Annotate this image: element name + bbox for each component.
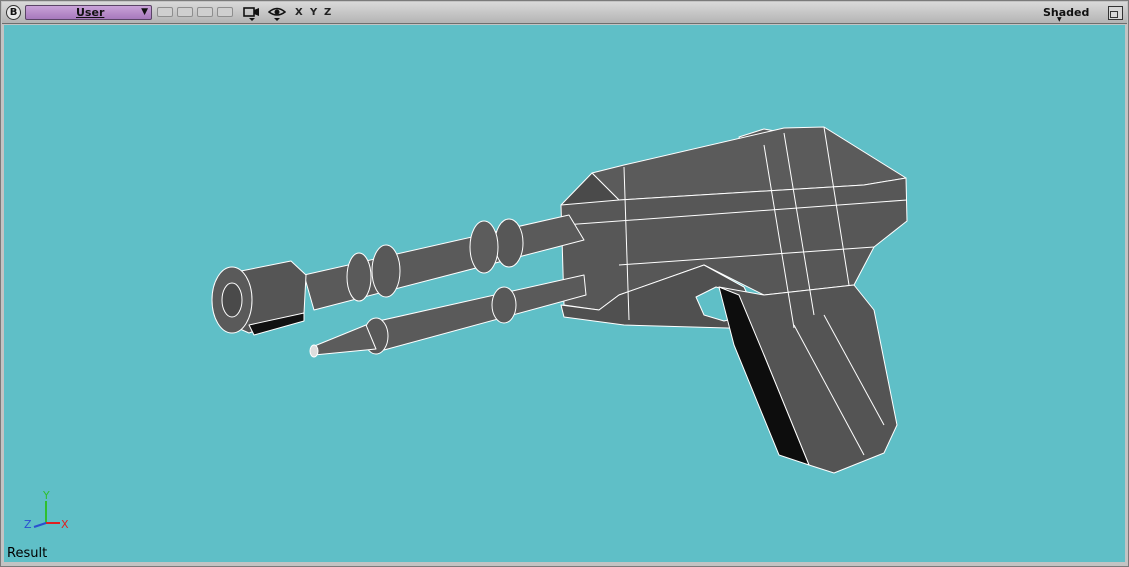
axis-z-label[interactable]: Z (324, 5, 331, 20)
gizmo-z-label: Z (24, 518, 32, 531)
raygun-model: Y X Z (24, 126, 908, 531)
3d-viewport[interactable]: Y X Z Result (4, 25, 1125, 562)
layer-button-1[interactable] (157, 7, 173, 17)
3d-view-header: B User ▼ X Y Z Shaded ▼ (2, 2, 1127, 24)
view-preset-dropdown[interactable]: User ▼ (25, 5, 152, 20)
blender-logo-icon[interactable]: B (6, 5, 21, 20)
view-name-label: Result (7, 546, 48, 561)
maximize-icon[interactable] (1108, 6, 1123, 20)
shading-mode-dropdown[interactable]: Shaded (1043, 5, 1089, 20)
axis-y-label[interactable]: Y (310, 5, 317, 20)
gizmo-x-label: X (61, 518, 69, 531)
layer-button-4[interactable] (217, 7, 233, 17)
chevron-down-icon: ▼ (1057, 16, 1062, 23)
3d-view-window: B User ▼ X Y Z Shaded ▼ Y X Z Result (0, 0, 1129, 567)
gizmo-y-label: Y (42, 489, 50, 502)
layer-button-2[interactable] (177, 7, 193, 17)
view-preset-label: User (76, 6, 105, 19)
axis-x-label[interactable]: X (295, 5, 303, 20)
eye-icon[interactable] (268, 5, 286, 21)
chevron-down-icon: ▼ (141, 7, 148, 17)
layer-button-3[interactable] (197, 7, 213, 17)
axes-gizmo: Y X Z (24, 489, 69, 531)
camera-icon[interactable] (243, 5, 261, 21)
